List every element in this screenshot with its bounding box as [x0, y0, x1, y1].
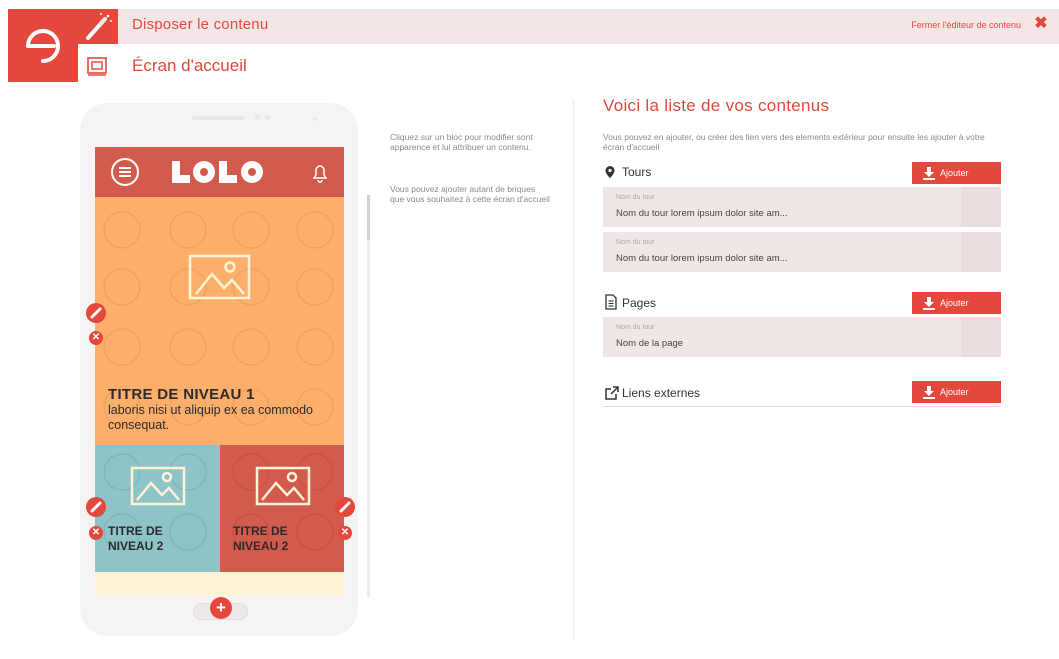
tile-block[interactable]: TITRE DE NIVEAU 2: [220, 445, 344, 572]
app-logo[interactable]: [8, 9, 78, 82]
hero-text: laboris nisi ut aliquip ex ea commodo co…: [108, 403, 313, 432]
list-item[interactable]: Nom du tour Nom de la page: [603, 317, 1001, 357]
row-handle[interactable]: [961, 232, 1001, 272]
pencil-icon: [90, 307, 102, 319]
bell-icon[interactable]: [309, 161, 331, 183]
scrollbar-thumb[interactable]: [367, 195, 370, 240]
row-label: Nom du tour: [616, 324, 655, 331]
pencil-icon: [339, 501, 351, 513]
pencil-icon: [90, 501, 102, 513]
add-button-label: Ajouter: [940, 168, 969, 178]
delete-block-button[interactable]: ✕: [89, 526, 103, 540]
page-title: Écran d'accueil: [132, 56, 247, 75]
delete-block-button[interactable]: ✕: [89, 331, 103, 345]
help-text: Vous pouvez ajouter autant de briques qu…: [390, 184, 550, 204]
tile-title: TITRE DE NIVEAU 2: [108, 524, 164, 553]
hero-title: TITRE DE NIVEAU 1: [108, 386, 255, 403]
download-icon: [923, 386, 935, 399]
section-title: Disposer le contenu: [132, 16, 269, 33]
row-value: Nom de la page: [616, 338, 684, 349]
document-icon: [605, 294, 617, 310]
tile-title: TITRE DE NIVEAU 2: [233, 524, 289, 553]
download-icon: [923, 167, 935, 180]
map-pin-icon: [605, 166, 615, 178]
screen-layout-icon[interactable]: [86, 55, 108, 77]
list-item[interactable]: Nom du tour Nom du tour lorem ipsum dolo…: [603, 232, 1001, 272]
divider: [573, 100, 574, 640]
external-link-icon: [605, 386, 619, 400]
add-page-button[interactable]: Ajouter: [912, 292, 1001, 314]
add-tour-button[interactable]: Ajouter: [912, 162, 1001, 184]
list-item[interactable]: Nom du tour Nom du tour lorem ipsum dolo…: [603, 187, 1001, 227]
image-placeholder-icon: [188, 254, 251, 300]
menu-icon[interactable]: [109, 156, 141, 188]
close-icon[interactable]: ✖: [1031, 14, 1051, 34]
phone-sensor: [265, 115, 270, 120]
app-logo-image: [172, 161, 263, 183]
download-icon: [923, 297, 935, 310]
add-block-button[interactable]: +: [210, 597, 232, 619]
section-divider: [603, 406, 1001, 407]
image-placeholder-icon: [255, 466, 311, 506]
magic-wand-icon: [86, 13, 112, 40]
section-label-pages: Pages: [622, 296, 657, 310]
panel-title: Voici la liste de vos contenus: [603, 96, 830, 115]
close-editor-link[interactable]: Fermer l'éditeur de contenu: [911, 20, 1021, 30]
row-value: Nom du tour lorem ipsum dolor site am...: [616, 253, 788, 264]
edit-block-button[interactable]: [335, 497, 355, 517]
row-label: Nom du tour: [616, 194, 655, 201]
logo-mark-icon: [26, 29, 60, 63]
edit-block-button[interactable]: [86, 497, 106, 517]
phone-camera: [313, 117, 317, 121]
row-label: Nom du tour: [616, 239, 655, 246]
phone-speaker: [192, 116, 244, 120]
app-header[interactable]: [95, 147, 344, 197]
image-placeholder-icon: [130, 466, 186, 506]
section-label-external-links: Liens externes: [622, 386, 701, 400]
row-value: Nom du tour lorem ipsum dolor site am...: [616, 208, 788, 219]
phone-sensor: [255, 115, 260, 120]
panel-description: Vous pouvez en ajouter, ou créer des lie…: [603, 132, 985, 152]
row-handle[interactable]: [961, 317, 1001, 357]
help-text: Cliquez sur un bloc pour modifier sont a…: [390, 132, 533, 152]
row-handle[interactable]: [961, 187, 1001, 227]
tile-block[interactable]: TITRE DE NIVEAU 2: [95, 445, 220, 572]
scrollbar-track[interactable]: [367, 195, 370, 597]
delete-block-button[interactable]: ✕: [338, 526, 352, 540]
add-button-label: Ajouter: [940, 298, 969, 308]
section-label-tours: Tours: [622, 165, 652, 179]
magic-wand-button[interactable]: [78, 9, 118, 44]
phone-screen: TITRE DE NIVEAU 1 laboris nisi ut aliqui…: [95, 147, 344, 595]
edit-block-button[interactable]: [86, 303, 106, 323]
add-button-label: Ajouter: [940, 387, 969, 397]
add-external-link-button[interactable]: Ajouter: [912, 381, 1001, 403]
